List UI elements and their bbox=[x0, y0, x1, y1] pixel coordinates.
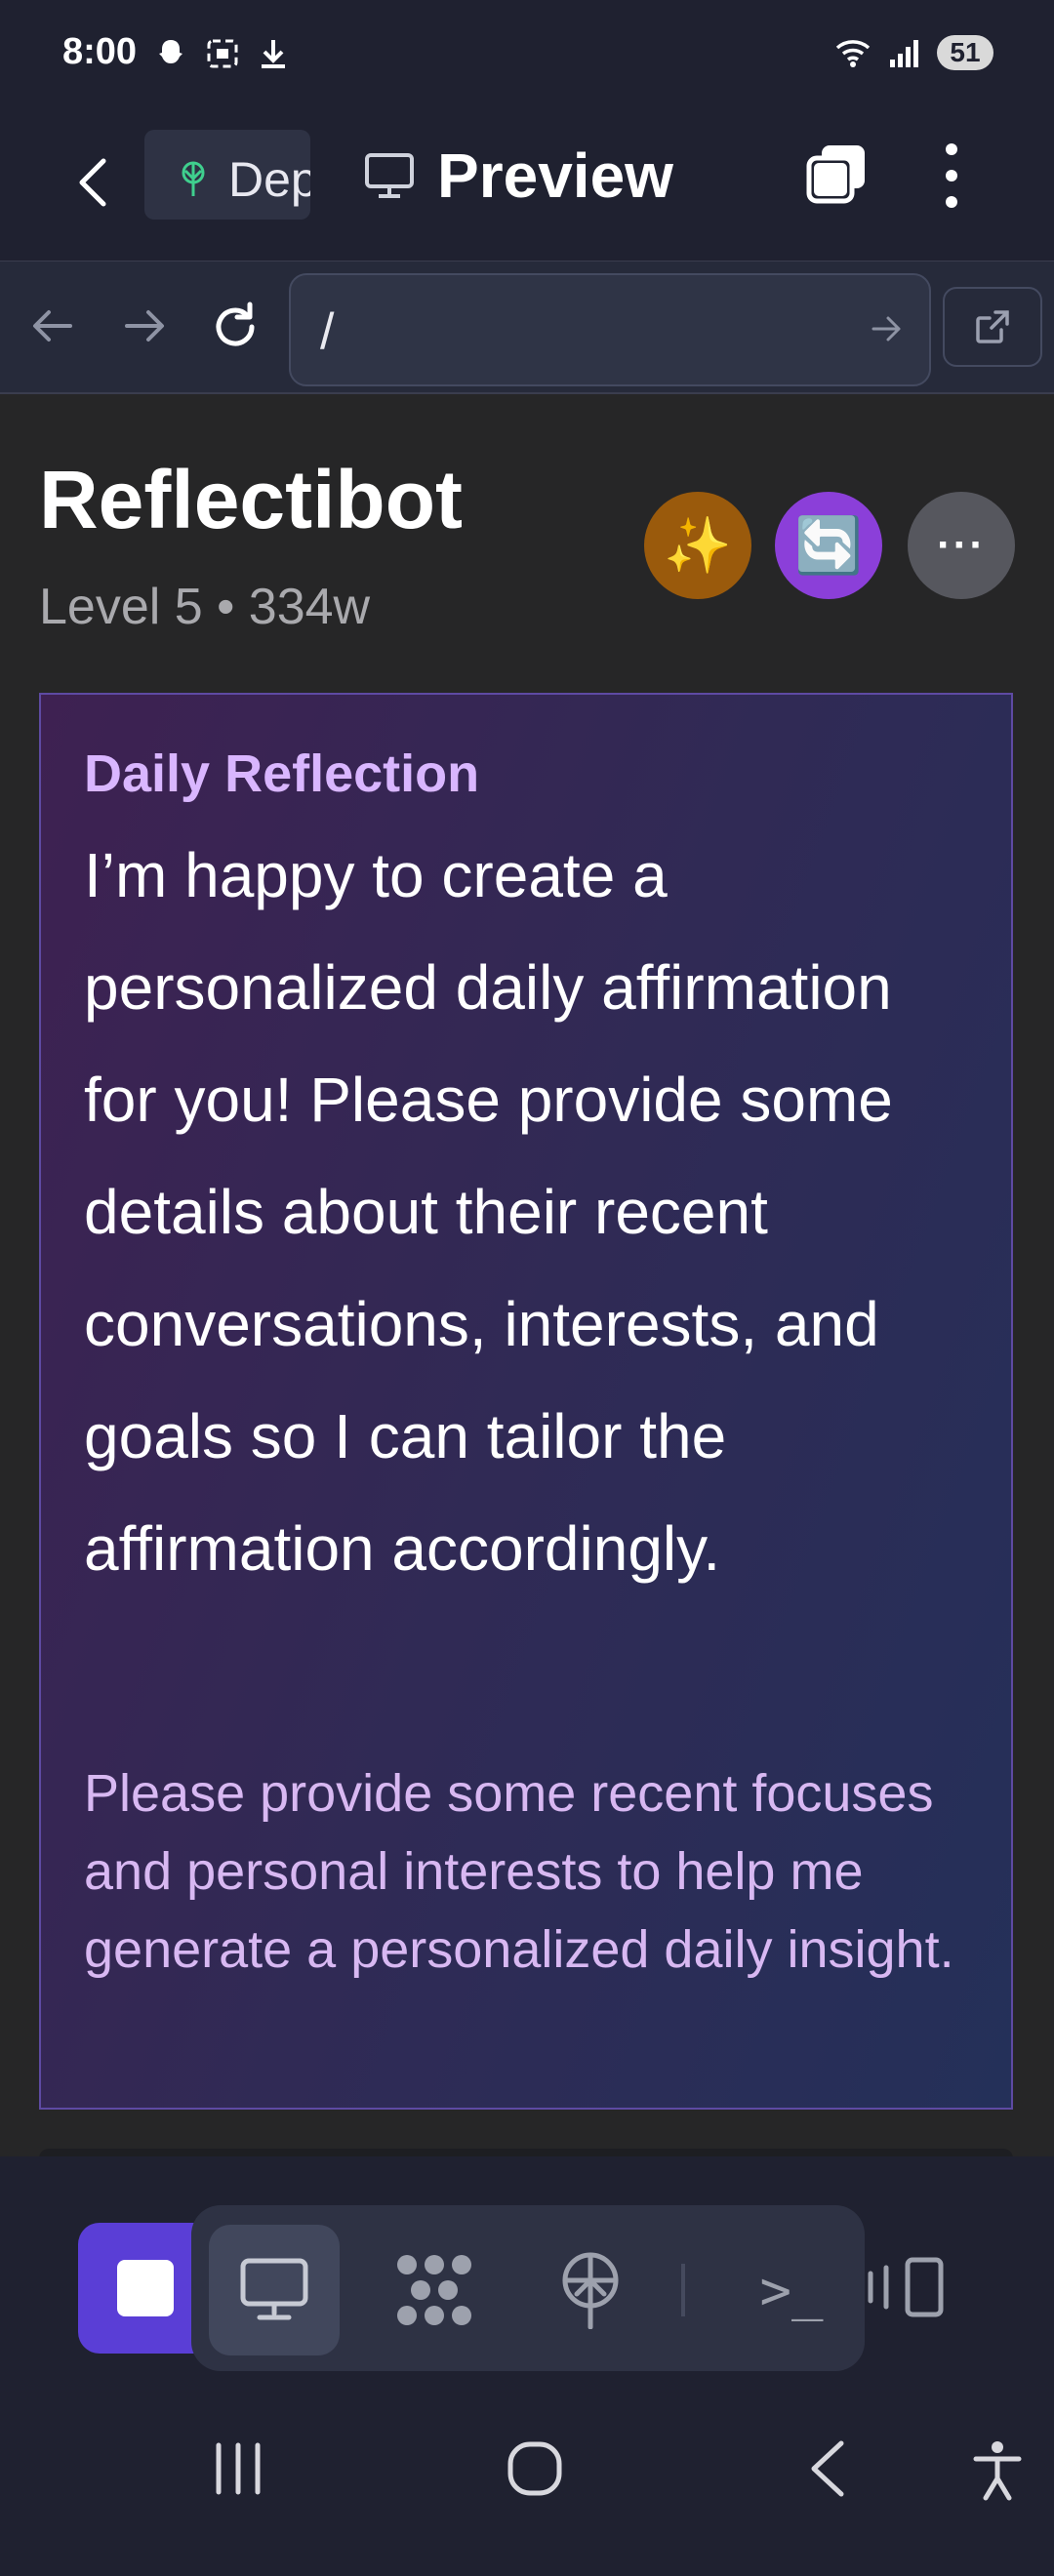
nodes-icon bbox=[397, 2255, 471, 2325]
snapchat-icon bbox=[159, 40, 182, 63]
deploy-tree-icon bbox=[182, 161, 205, 196]
nav-forward-icon[interactable] bbox=[121, 306, 168, 345]
tabs-button[interactable] bbox=[806, 143, 867, 204]
daily-reflection-card: Daily Reflection I’m happy to create a p… bbox=[39, 693, 1013, 2110]
wifi-icon bbox=[835, 40, 871, 67]
accessibility-icon[interactable] bbox=[970, 2439, 1025, 2502]
more-button[interactable]: ··· bbox=[908, 492, 1015, 599]
url-input[interactable]: / bbox=[289, 273, 931, 386]
system-navigation bbox=[0, 2377, 1054, 2576]
back-button[interactable] bbox=[68, 153, 117, 212]
card-body-text: I’m happy to create a personalized daily… bbox=[84, 840, 893, 1584]
tool-divider bbox=[681, 2264, 685, 2316]
preview-content: Reflectibot Level 5 • 334w ✨ 🔄 ··· Daily… bbox=[0, 394, 1054, 2158]
status-bar: 8:00 51 bbox=[0, 0, 1054, 112]
screenshot-icon bbox=[207, 39, 238, 68]
signal-icon bbox=[890, 40, 918, 67]
app-subtitle: Level 5 • 334w bbox=[39, 579, 371, 635]
recent-apps-icon[interactable] bbox=[211, 2439, 265, 2498]
sparkle-icon: ✨ bbox=[664, 514, 732, 576]
url-bar: / bbox=[0, 262, 1054, 394]
card-note-text: Please provide some recent focuses and p… bbox=[84, 1764, 954, 1979]
more-options-button[interactable] bbox=[937, 141, 966, 210]
refresh-icon: 🔄 bbox=[794, 514, 863, 576]
device-icon[interactable] bbox=[867, 2256, 949, 2318]
stop-icon bbox=[117, 2260, 174, 2316]
download-icon bbox=[262, 40, 285, 68]
app-top-bar: Deployments Preview bbox=[0, 112, 1054, 262]
home-icon[interactable] bbox=[506, 2439, 564, 2498]
tool-terminal[interactable]: >_ bbox=[726, 2225, 857, 2355]
external-link-icon bbox=[976, 310, 1009, 343]
open-external-button[interactable] bbox=[943, 287, 1042, 367]
go-arrow-icon[interactable] bbox=[871, 314, 904, 343]
monitor-icon bbox=[365, 153, 414, 198]
battery-indicator: 51 bbox=[937, 35, 993, 70]
page-title: Preview bbox=[437, 141, 673, 211]
nav-back-icon[interactable] bbox=[29, 306, 76, 345]
monitor-icon bbox=[240, 2258, 308, 2320]
sparkle-button[interactable]: ✨ bbox=[644, 492, 751, 599]
tool-nodes[interactable] bbox=[369, 2225, 500, 2355]
bottom-dock: >_ bbox=[0, 2156, 1054, 2406]
system-back-icon[interactable] bbox=[806, 2439, 849, 2498]
notification-icons bbox=[154, 37, 289, 70]
kebab-menu-icon bbox=[946, 143, 957, 208]
app-name: Reflectibot bbox=[39, 454, 464, 545]
status-time: 8:00 bbox=[62, 31, 138, 72]
tool-deploy[interactable] bbox=[525, 2225, 656, 2355]
terminal-icon: >_ bbox=[759, 2259, 824, 2321]
chevron-left-icon bbox=[79, 158, 106, 207]
tool-preview[interactable] bbox=[209, 2225, 340, 2355]
status-right: 51 bbox=[833, 35, 993, 70]
reload-icon[interactable] bbox=[209, 301, 262, 353]
deploy-icon bbox=[562, 2252, 619, 2329]
card-label: Daily Reflection bbox=[84, 745, 480, 803]
deployments-tab[interactable]: Deployments bbox=[144, 130, 310, 220]
tabs-icon bbox=[806, 145, 865, 204]
refresh-button[interactable]: 🔄 bbox=[775, 492, 882, 599]
tool-strip: >_ bbox=[191, 2205, 865, 2371]
url-text: / bbox=[320, 303, 335, 360]
ellipsis-icon: ··· bbox=[937, 521, 986, 569]
deployments-tab-label: Deployments bbox=[228, 152, 310, 207]
